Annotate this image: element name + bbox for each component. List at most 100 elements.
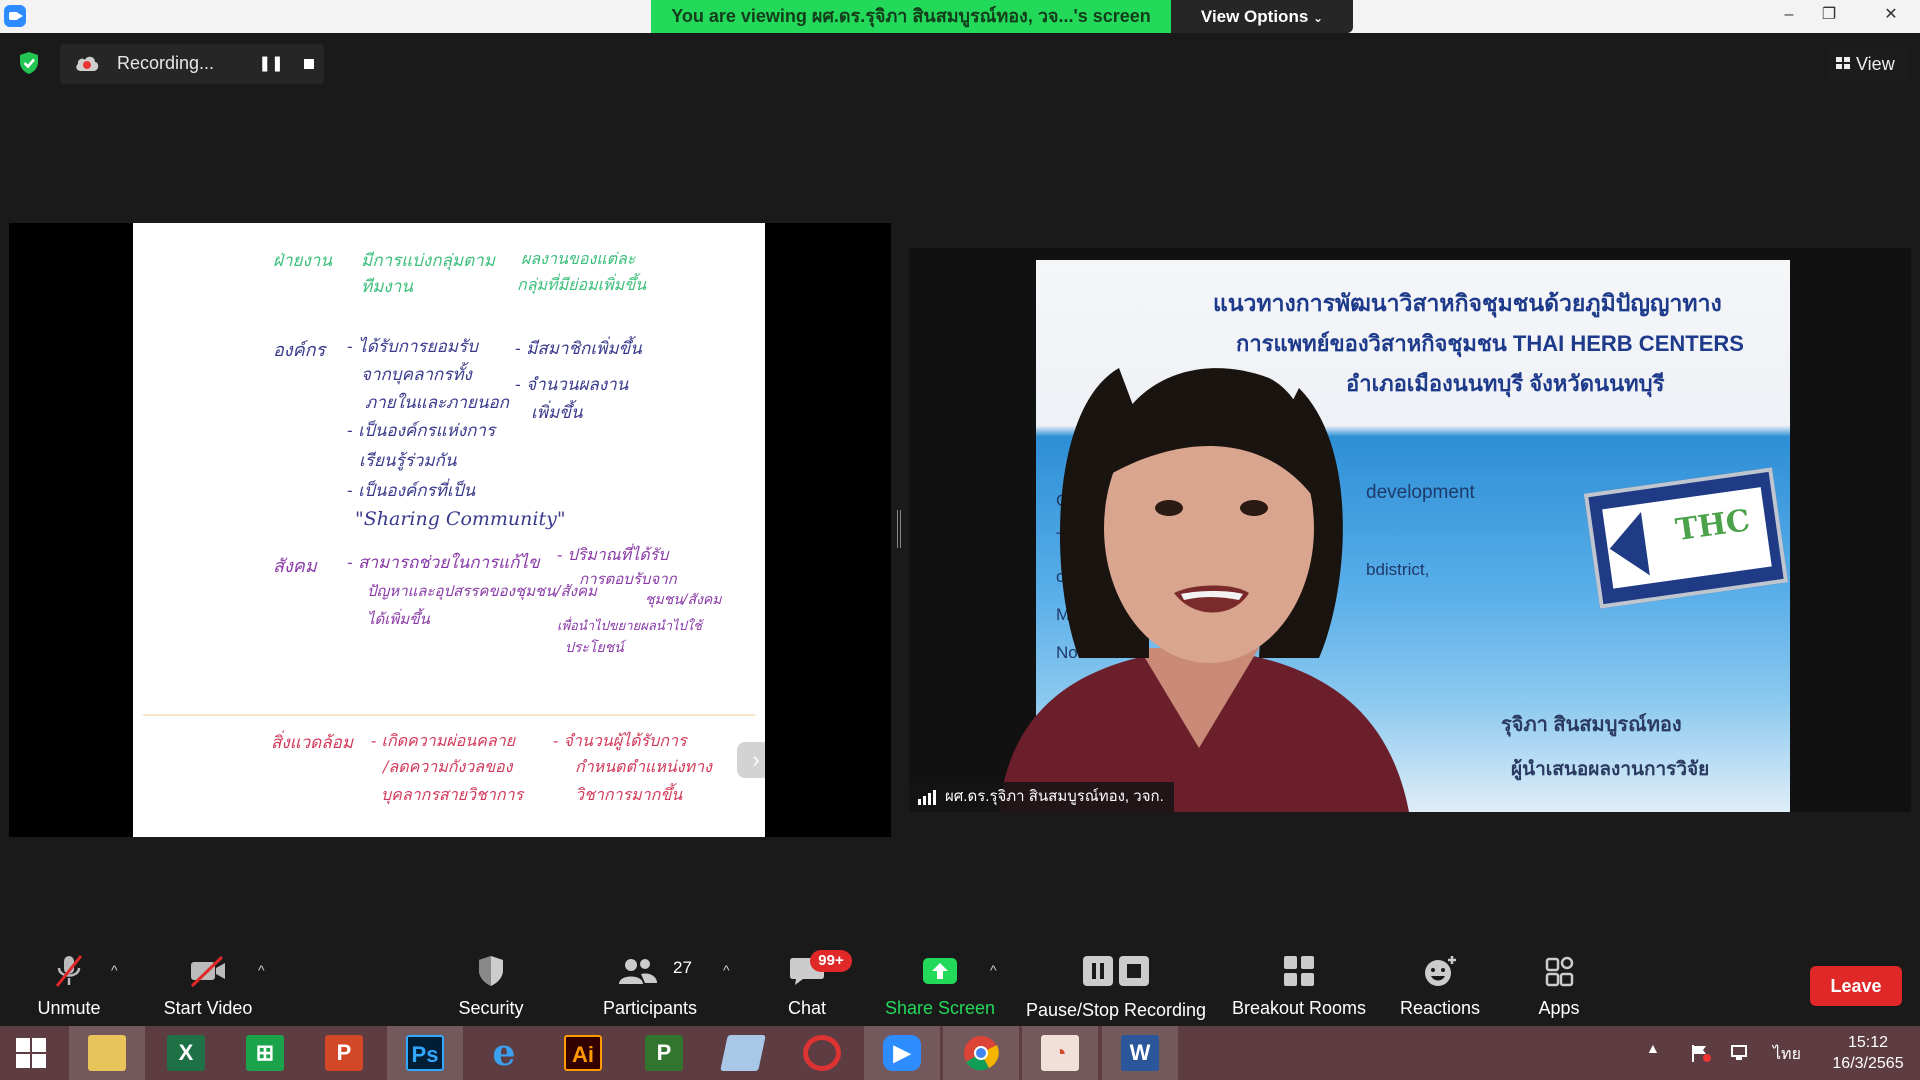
taskbar-chrome[interactable] (943, 1026, 1019, 1080)
pause-stop-icon (1083, 956, 1149, 986)
participants-button[interactable]: Participants (596, 940, 704, 1026)
header-grouping: มีการแบ่งกลุ่มตาม (361, 251, 495, 271)
taskbar-project[interactable]: P (626, 1026, 702, 1080)
presentation-icon: ◔ (1041, 1035, 1079, 1071)
taskbar-excel[interactable]: X (148, 1026, 224, 1080)
network-icon[interactable] (1730, 1043, 1752, 1063)
window-close-button[interactable]: ✕ (1862, 0, 1920, 33)
view-label: View (1856, 54, 1895, 74)
taskbar-store[interactable]: ⊞ (227, 1026, 303, 1080)
taskbar-photoscape[interactable] (784, 1026, 860, 1080)
illustrator-icon: Ai (564, 1035, 602, 1071)
pause-recording-button[interactable]: ❚❚ (256, 50, 286, 78)
participant-name-text: ผศ.ดร.รุจิภา สินสมบูรณ์ทอง, วจก. (945, 788, 1164, 805)
arrow-left-icon (1605, 512, 1650, 581)
env-label: สิ่งแวดล้อม (271, 733, 354, 753)
view-options-button[interactable]: View Options ⌄ (1171, 0, 1353, 33)
whiteboard-page: ฝ่ายงาน มีการแบ่งกลุ่มตาม ทีมงาน ผลงานขอ… (133, 223, 765, 837)
audio-options-caret[interactable]: ^ (111, 962, 118, 978)
page-divider (143, 714, 755, 716)
video-camera-off-icon (190, 955, 225, 988)
zoom-app-icon: ▶ (883, 1035, 921, 1071)
encryption-shield-icon[interactable] (18, 51, 40, 75)
folder-icon (88, 1035, 126, 1071)
taskbar-notepad[interactable] (705, 1026, 781, 1080)
stop-recording-button[interactable] (294, 50, 324, 78)
thc-sign-image: THC (1583, 467, 1789, 609)
apps-icon (1545, 956, 1574, 987)
header-team: ทีมงาน (361, 277, 413, 297)
social-right-item: ประโยชน์ (565, 640, 624, 656)
window-restore-button[interactable]: ❐ (1809, 0, 1849, 33)
show-hidden-icons-chevron-icon[interactable]: ▲ (1646, 1040, 1660, 1056)
smiley-reaction-icon (1425, 956, 1456, 986)
taskbar-illustrator[interactable]: Ai (545, 1026, 621, 1080)
photoshop-icon: Ps (406, 1035, 444, 1071)
unmute-button[interactable]: Unmute (22, 940, 116, 1026)
security-button[interactable]: Security (446, 940, 536, 1026)
taskbar-presentation[interactable]: ◔ (1022, 1026, 1098, 1080)
env-item: /ลดความกังวลของ (383, 757, 513, 776)
video-options-caret[interactable]: ^ (258, 962, 265, 978)
slide-presenter-role: ผู้นำเสนอผลงานการวิจัย (1511, 759, 1710, 780)
system-clock[interactable]: 15:12 16/3/2565 (1822, 1032, 1914, 1074)
taskbar-word[interactable]: W (1102, 1026, 1178, 1080)
apps-button[interactable]: Apps (1520, 940, 1598, 1026)
env-item: - เกิดความผ่อนคลาย (371, 731, 516, 750)
chrome-icon (964, 1036, 999, 1071)
org-item: - ได้รับการยอมรับ (347, 337, 478, 357)
share-options-caret[interactable]: ^ (990, 962, 997, 978)
recording-indicator: Recording... ❚❚ (60, 44, 324, 84)
clock-time: 15:12 (1847, 1034, 1889, 1051)
participants-label: Participants (602, 998, 698, 1018)
unmute-label: Unmute (37, 998, 101, 1018)
participants-options-caret[interactable]: ^ (723, 962, 730, 978)
start-button[interactable] (0, 1026, 76, 1080)
view-layout-button[interactable]: View (1826, 46, 1906, 82)
share-screen-button[interactable]: Share Screen (882, 940, 998, 1026)
windows-logo-icon (16, 1038, 46, 1068)
notepad-icon (720, 1035, 766, 1071)
participant-video-tile[interactable]: แนวทางการพัฒนาวิสาหกิจชุมชนด้วยภูมิปัญญา… (909, 248, 1911, 812)
pause-stop-recording-button[interactable]: Pause/Stop Recording (1024, 940, 1208, 1026)
powerpoint-icon: P (325, 1035, 363, 1071)
split-view-drag-handle[interactable] (897, 510, 901, 548)
input-language-indicator[interactable]: ไทย (1773, 1042, 1801, 1067)
photoscape-icon (803, 1035, 841, 1071)
breakout-rooms-button[interactable]: Breakout Rooms (1230, 940, 1368, 1026)
speaker-person-image (999, 368, 1409, 812)
action-center-flag-icon[interactable] (1690, 1043, 1712, 1063)
header-increase: กลุ่มที่มีย่อมเพิ่มขึ้น (517, 275, 647, 294)
internet-explorer-icon: e (492, 1032, 516, 1074)
social-right-item: เพื่อนำไปขยายผลนำไปใช้ (557, 619, 702, 634)
org-label: องค์กร (273, 340, 326, 361)
start-video-button[interactable]: Start Video (152, 940, 264, 1026)
org-right-item: เพิ่มขึ้น (531, 403, 583, 423)
taskbar-zoom[interactable]: ▶ (864, 1026, 940, 1080)
excel-icon: X (167, 1035, 205, 1071)
window-minimize-button[interactable]: – (1769, 0, 1809, 33)
security-label: Security (458, 998, 524, 1018)
org-item: เรียนรู้ร่วมกัน (359, 451, 457, 471)
taskbar-file-explorer[interactable] (69, 1026, 145, 1080)
taskbar-internet-explorer[interactable]: e (466, 1026, 542, 1080)
chat-label: Chat (787, 998, 827, 1018)
participant-count: 27 (673, 958, 692, 977)
slide-presenter-name: รุจิภา สินสมบูรณ์ทอง (1501, 714, 1682, 736)
word-icon: W (1121, 1035, 1159, 1071)
taskbar-photoshop[interactable]: Ps (387, 1026, 463, 1080)
social-right-item: การตอบรับจาก (579, 570, 677, 588)
taskbar-powerpoint[interactable]: P (306, 1026, 382, 1080)
chevron-down-icon: ⌄ (1313, 11, 1324, 25)
reactions-button[interactable]: Reactions (1392, 940, 1488, 1026)
cloud-recording-icon (76, 56, 99, 71)
org-item: - เป็นองค์กรที่เป็น (347, 481, 476, 501)
org-item: - เป็นองค์กรแห่งการ (347, 421, 496, 441)
sign-logo-text: THC (1673, 503, 1753, 549)
reactions-label: Reactions (1399, 998, 1481, 1018)
pause-stop-recording-label: Pause/Stop Recording (1025, 1000, 1207, 1020)
next-page-button[interactable]: › (737, 742, 765, 778)
leave-meeting-button[interactable]: Leave (1810, 966, 1902, 1006)
store-bag-icon: ⊞ (246, 1035, 284, 1071)
zoom-logo-icon (4, 5, 26, 27)
